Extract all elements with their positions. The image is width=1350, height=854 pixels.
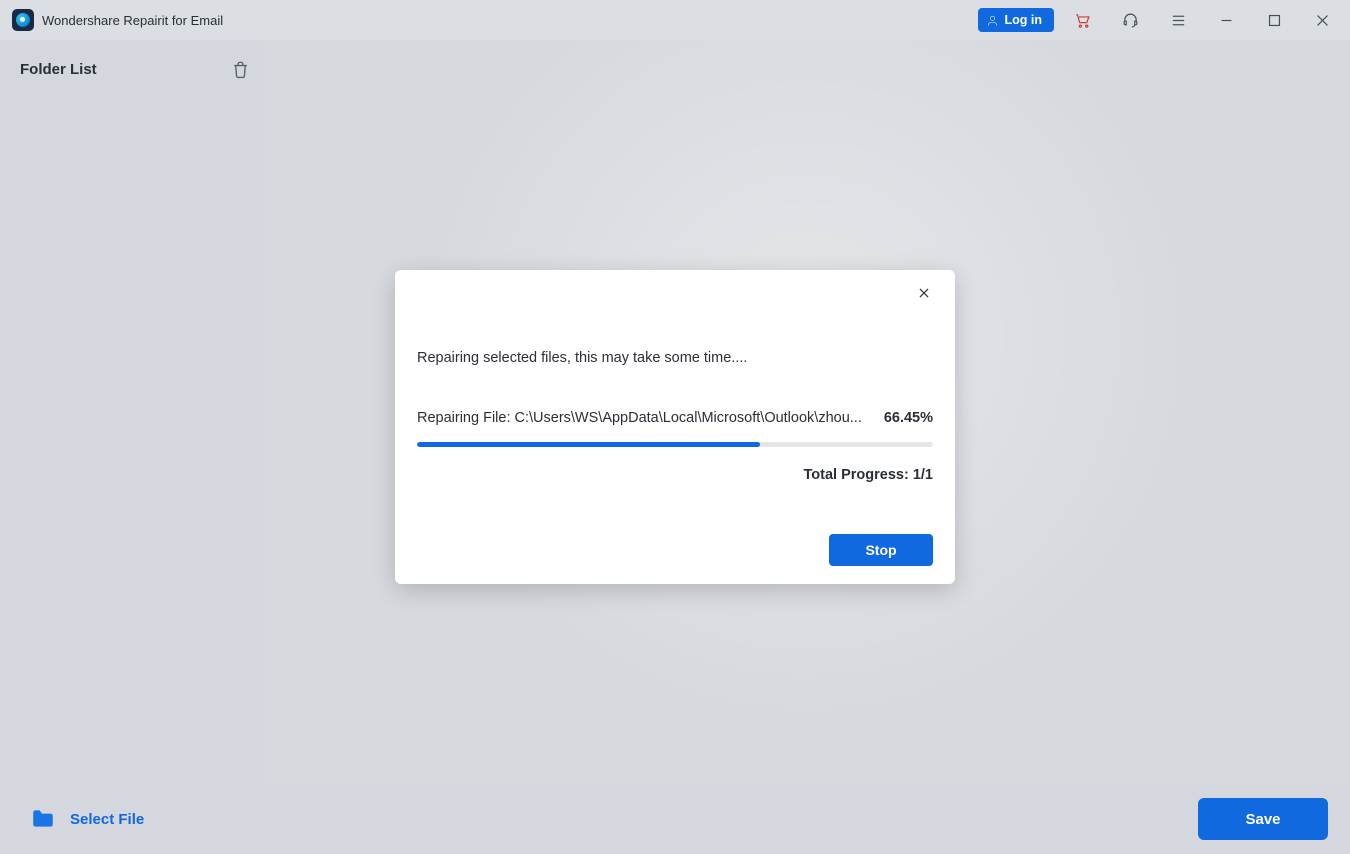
repair-progress-dialog: Repairing selected files, this may take …	[395, 270, 955, 584]
repairing-file-path: Repairing File: C:\Users\WS\AppData\Loca…	[417, 410, 864, 426]
repairing-file-value: C:\Users\WS\AppData\Local\Microsoft\Outl…	[515, 410, 862, 426]
sidebar-title: Folder List	[20, 61, 97, 78]
select-file-button[interactable]: Select File	[30, 806, 144, 832]
login-button-label: Log in	[1005, 13, 1043, 27]
minimize-icon[interactable]	[1206, 0, 1246, 40]
total-progress-value: 1/1	[913, 467, 933, 483]
progress-bar	[417, 442, 933, 447]
trash-icon[interactable]	[229, 58, 251, 80]
progress-bar-fill	[417, 442, 760, 447]
folder-icon	[30, 806, 56, 832]
menu-icon[interactable]	[1158, 0, 1198, 40]
cart-icon[interactable]	[1062, 0, 1102, 40]
dialog-message: Repairing selected files, this may take …	[417, 350, 933, 366]
total-progress-label: Total Progress:	[804, 467, 913, 483]
dialog-close-icon[interactable]	[915, 284, 933, 302]
maximize-icon[interactable]	[1254, 0, 1294, 40]
file-progress-percent: 66.45%	[884, 410, 933, 426]
footer-bar: Select File Save	[0, 784, 1350, 854]
close-window-icon[interactable]	[1302, 0, 1342, 40]
user-icon	[986, 14, 999, 27]
select-file-label: Select File	[70, 811, 144, 828]
repairing-file-prefix: Repairing File:	[417, 410, 515, 426]
support-icon[interactable]	[1110, 0, 1150, 40]
save-button[interactable]: Save	[1198, 798, 1328, 840]
stop-button[interactable]: Stop	[829, 534, 933, 566]
app-title: Wondershare Repairit for Email	[42, 13, 223, 28]
login-button[interactable]: Log in	[978, 8, 1055, 32]
app-logo-icon	[12, 9, 34, 31]
sidebar: Folder List	[0, 40, 265, 784]
total-progress: Total Progress: 1/1	[417, 467, 933, 483]
title-bar: Wondershare Repairit for Email Log in	[0, 0, 1350, 40]
